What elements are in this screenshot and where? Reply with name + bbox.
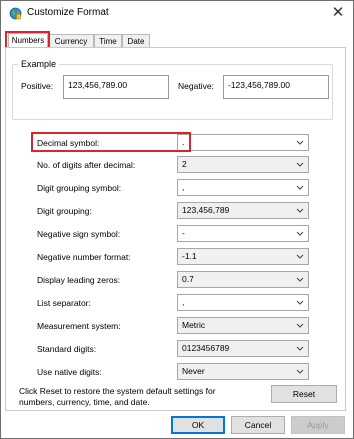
use-native-digits-combo[interactable]: Never [177,363,309,380]
ok-button[interactable]: OK [171,416,225,434]
list-separator-label: List separator: [37,298,91,308]
decimal-symbol-combo[interactable]: . [177,134,309,151]
reset-description: Click Reset to restore the system defaul… [19,386,216,407]
chevron-down-icon [296,231,304,236]
digits-after-decimal-label: No. of digits after decimal: [37,160,136,170]
negative-sign-symbol-label: Negative sign symbol: [37,229,121,239]
positive-example-field: 123,456,789.00 [63,75,169,99]
list-separator-combo[interactable]: , [177,294,309,311]
apply-button[interactable]: Apply [291,416,345,434]
negative-label: Negative: [178,81,214,91]
decimal-symbol-highlight [31,132,191,152]
chevron-down-icon [296,254,304,259]
tab-date[interactable]: Date [122,34,150,48]
negative-number-format-value: -1.1 [182,251,197,261]
reset-button[interactable]: Reset [271,385,337,403]
display-leading-zeros-combo[interactable]: 0.7 [177,271,309,288]
negative-number-format-label: Negative number format: [37,252,131,262]
chevron-down-icon [296,369,304,374]
digit-grouping-value: 123,456,789 [182,205,230,215]
chevron-down-icon [296,277,304,282]
close-button[interactable]: ✕ [327,3,349,23]
tab-time[interactable]: Time [94,34,122,48]
digits-after-decimal-combo[interactable]: 2 [177,156,309,173]
standard-digits-value: 0123456789 [182,343,230,353]
digit-grouping-label: Digit grouping: [37,206,92,216]
dialog-title: Customize Format [27,7,109,18]
chevron-down-icon [296,300,304,305]
digits-after-decimal-value: 2 [182,159,187,169]
measurement-system-label: Measurement system: [37,321,121,331]
negative-sign-symbol-combo[interactable]: - [177,225,309,242]
standard-digits-label: Standard digits: [37,344,97,354]
customize-format-dialog: Customize Format ✕ Numbers Currency Time… [0,0,354,439]
chevron-down-icon [296,208,304,213]
chevron-down-icon [296,185,304,190]
negative-example-field: -123,456,789.00 [223,75,329,99]
display-leading-zeros-value: 0.7 [182,274,194,284]
tab-currency[interactable]: Currency [48,34,94,48]
cancel-button[interactable]: Cancel [231,416,285,434]
digit-grouping-symbol-combo[interactable]: , [177,179,309,196]
digit-grouping-combo[interactable]: 123,456,789 [177,202,309,219]
use-native-digits-label: Use native digits: [37,367,102,377]
example-group-label: Example [18,59,60,69]
measurement-system-value: Metric [182,320,206,330]
region-globe-icon [9,7,22,20]
chevron-down-icon [296,140,304,145]
negative-number-format-combo[interactable]: -1.1 [177,248,309,265]
digit-grouping-symbol-label: Digit grouping symbol: [37,183,122,193]
positive-label: Positive: [21,81,54,91]
negative-sign-symbol-value: - [182,228,185,238]
use-native-digits-value: Never [182,366,205,376]
standard-digits-combo[interactable]: 0123456789 [177,340,309,357]
measurement-system-combo[interactable]: Metric [177,317,309,334]
chevron-down-icon [296,162,304,167]
chevron-down-icon [296,346,304,351]
display-leading-zeros-label: Display leading zeros: [37,275,121,285]
digit-grouping-symbol-value: , [182,182,185,192]
list-separator-value: , [182,297,185,307]
chevron-down-icon [296,323,304,328]
title-bar[interactable]: Customize Format ✕ [1,1,353,25]
